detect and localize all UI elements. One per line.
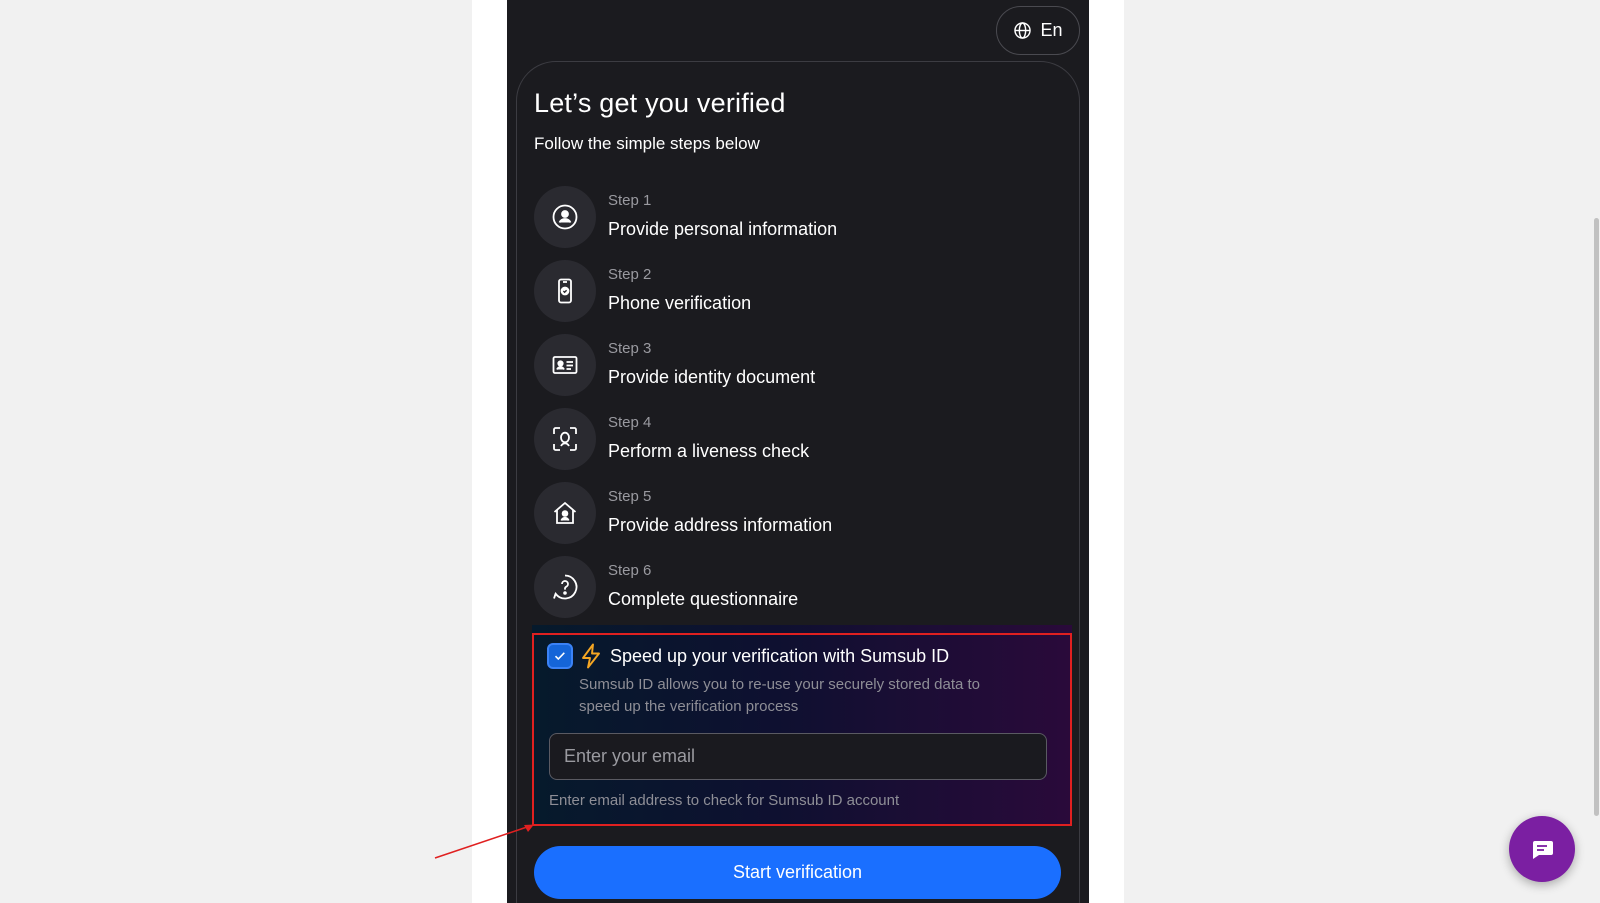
page-title: Let’s get you verified [534,88,786,118]
step-number: Step 3 [608,340,652,357]
lightning-bolt-icon [582,643,600,669]
step-label: Perform a liveness check [608,441,810,461]
email-input[interactable] [549,733,1047,780]
id-card-icon [552,356,578,374]
language-button[interactable]: En [996,6,1080,55]
face-scan-icon [553,427,577,451]
step-label: Provide address information [608,515,833,535]
step-label: Phone verification [608,293,752,313]
page-scrollbar[interactable] [1594,218,1599,816]
language-label: En [1040,20,1063,40]
step-3: Step 3 Provide identity document [534,334,1054,396]
phone-check-icon [558,278,572,304]
annotation-arrow [434,824,534,859]
home-person-icon [553,501,577,524]
step-2: Step 2 Phone verification [534,260,1054,322]
start-verification-button[interactable]: Start verification [534,846,1061,899]
step-5: Step 5 Provide address information [534,482,1054,544]
step-label: Provide identity document [608,367,816,387]
person-circle-icon [552,204,578,230]
sumsub-id-description: Sumsub ID allows you to re-use your secu… [579,676,981,715]
globe-icon [1014,22,1032,39]
step-1: Step 1 Provide personal information [534,186,1054,248]
chat-launcher-button[interactable] [1509,816,1575,882]
chat-icon [1533,841,1553,859]
step-number: Step 5 [608,488,652,505]
step-label: Complete questionnaire [608,589,799,609]
sumsub-id-checkbox[interactable] [547,643,573,669]
email-hint: Enter email address to check for Sumsub … [549,792,900,809]
step-number: Step 6 [608,562,652,579]
step-number: Step 1 [608,192,652,209]
question-circle-icon [553,574,578,600]
step-6: Step 6 Complete questionnaire [534,556,1054,618]
page-subtitle: Follow the simple steps below [534,134,760,153]
check-icon [554,652,565,661]
step-number: Step 4 [608,414,652,431]
step-label: Provide personal information [608,219,838,239]
step-4: Step 4 Perform a liveness check [534,408,1054,470]
step-number: Step 2 [608,266,652,283]
sumsub-id-title: Speed up your verification with Sumsub I… [610,646,950,666]
